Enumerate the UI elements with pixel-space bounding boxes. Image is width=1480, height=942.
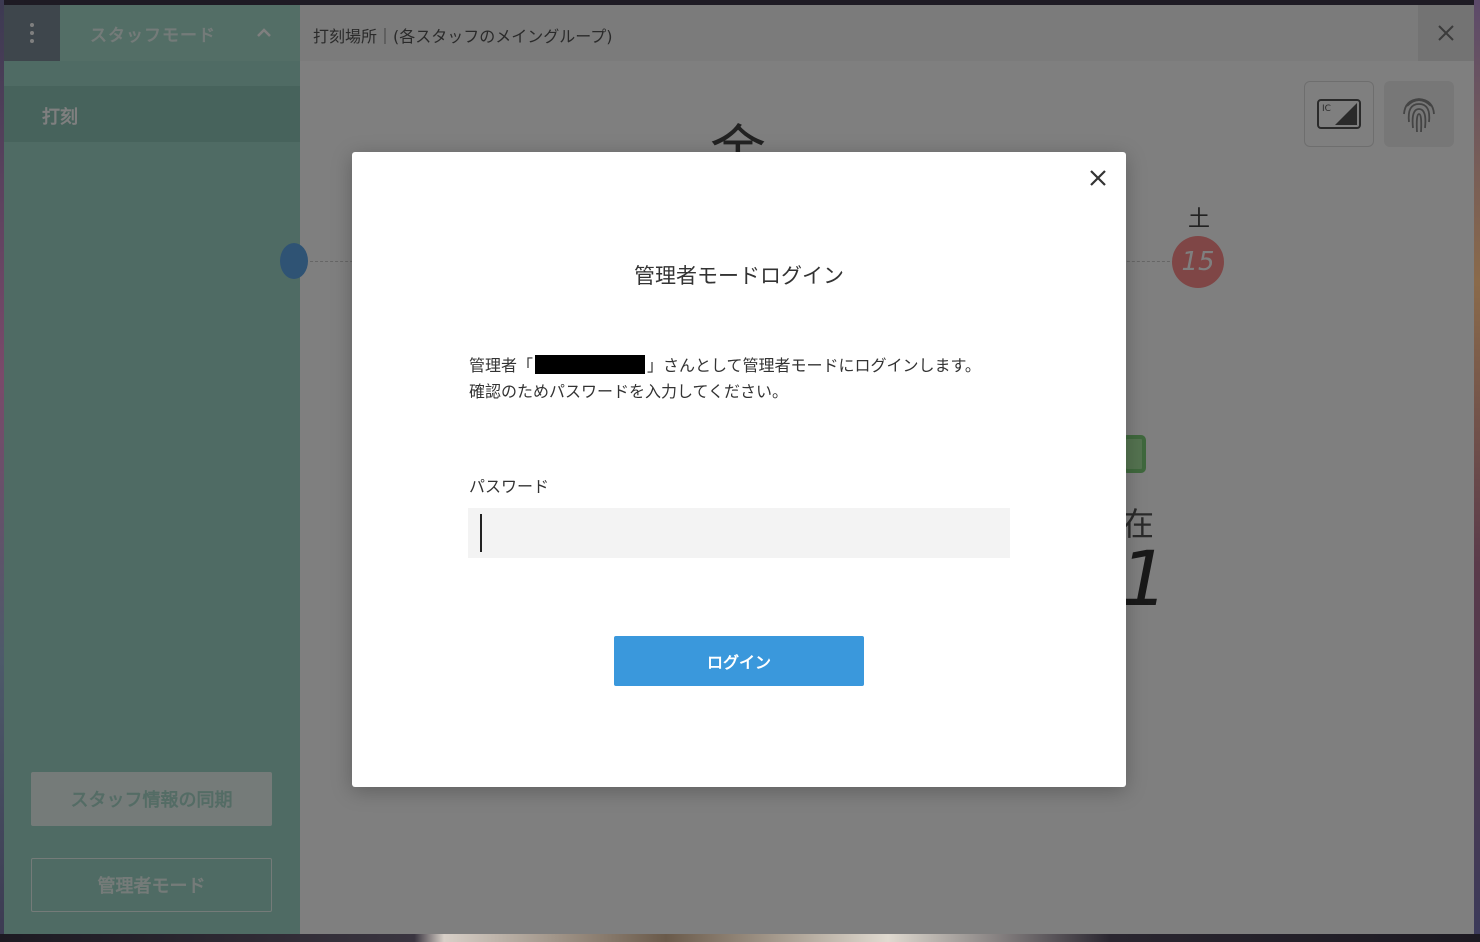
close-icon [1090,170,1106,186]
login-button[interactable]: ログイン [614,636,864,686]
modal-close-button[interactable] [1086,166,1110,190]
message-suffix: 」さんとして管理者モードにログインします。 [647,356,981,375]
text-caret [480,514,482,552]
modal-title: 管理者モードログイン [634,264,844,288]
password-label: パスワード [469,477,550,496]
modal-message: 管理者「 」さんとして管理者モードにログインします。 確認のためパスワードを入力し… [469,353,1029,405]
message-line-2: 確認のためパスワードを入力してください。 [469,382,789,401]
desktop-background-right [1474,0,1480,942]
message-prefix: 管理者「 [469,356,534,375]
app-window: スタッフモード 打刻 スタッフ情報の同期 管理者モード 打刻場所｜(各スタッフの… [4,5,1474,934]
password-input[interactable] [468,508,1010,558]
desktop-background-bottom [0,934,1480,942]
message-line-1: 管理者「 」さんとして管理者モードにログインします。 [469,353,1029,379]
admin-login-modal: 管理者モードログイン 管理者「 」さんとして管理者モードにログインします。 確認の… [352,152,1126,787]
redacted-admin-name [535,355,646,374]
